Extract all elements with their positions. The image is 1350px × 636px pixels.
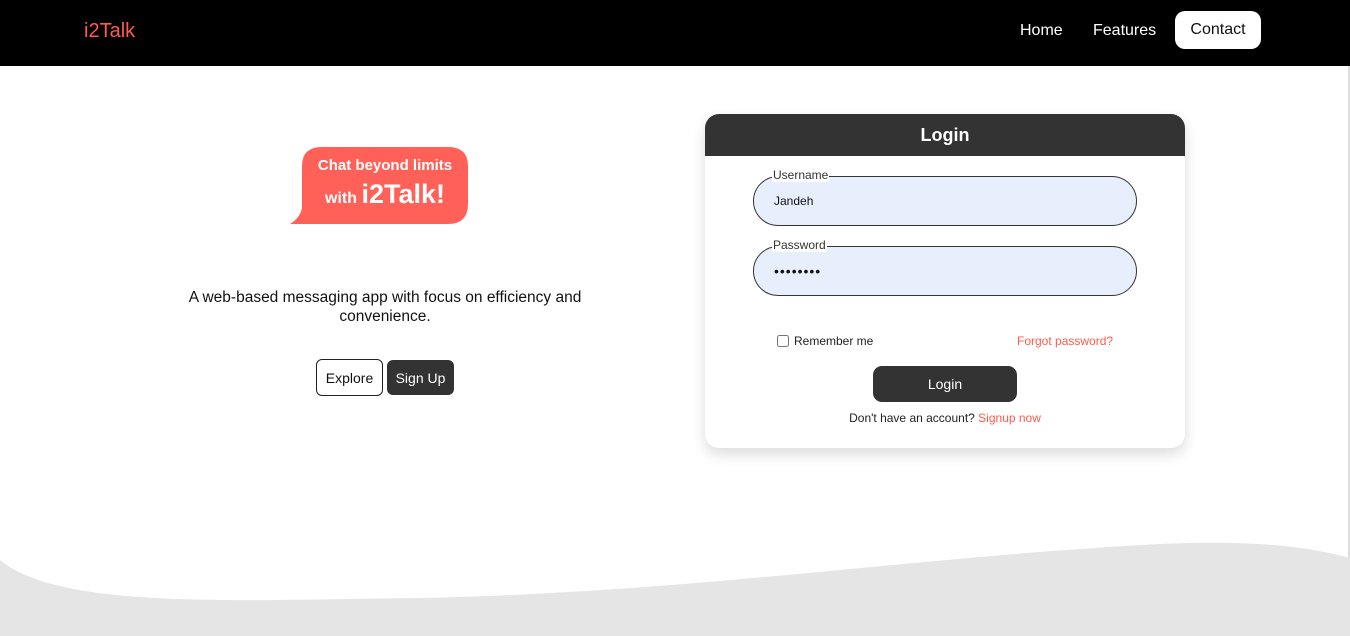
nav-link-home[interactable]: Home [1020,22,1063,40]
bubble-with: with [325,190,357,207]
username-label: Username [772,168,830,182]
signup-now-link[interactable]: Signup now [978,411,1041,425]
bubble-text-line2: with i2Talk! [302,179,468,210]
signup-prompt: Don't have an account? Signup now [705,411,1185,425]
remember-me-label: Remember me [794,334,874,348]
footer-wave [0,542,1350,636]
brand-logo[interactable]: i2Talk [84,20,135,43]
chat-bubble: Chat beyond limits with i2Talk! [288,146,470,226]
password-label: Password [772,238,827,252]
remember-me-checkbox[interactable] [777,335,789,347]
login-title: Login [705,114,1185,156]
signup-button[interactable]: Sign Up [387,360,454,395]
password-input[interactable] [753,246,1137,296]
no-account-text: Don't have an account? [849,411,975,425]
bubble-text-line1: Chat beyond limits [317,157,453,174]
username-field-group: Username [753,168,1137,226]
hero-tagline: A web-based messaging app with focus on … [188,289,582,325]
nav-link-contact[interactable]: Contact [1175,11,1261,49]
password-field-group: Password [753,238,1137,296]
navbar: i2Talk Home Features Contact [0,0,1350,66]
login-card: Login Username Password Remember me Forg… [705,114,1185,448]
login-button[interactable]: Login [873,366,1017,402]
explore-button[interactable]: Explore [316,359,383,396]
remember-me[interactable]: Remember me [777,334,873,348]
forgot-password-link[interactable]: Forgot password? [1017,334,1113,348]
username-input[interactable] [753,176,1137,226]
bubble-brand: i2Talk! [361,179,445,209]
nav-link-features[interactable]: Features [1093,22,1156,40]
